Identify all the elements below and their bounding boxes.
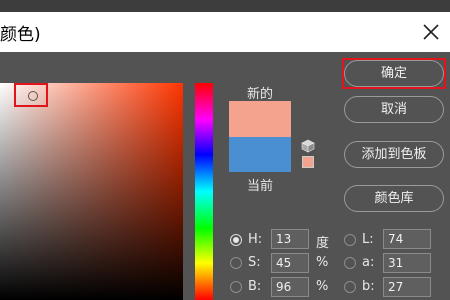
radio-l[interactable]: [344, 234, 356, 246]
radio-b[interactable]: [230, 281, 242, 293]
radio-s[interactable]: [230, 257, 242, 269]
close-icon[interactable]: [418, 19, 444, 45]
h-unit: 度: [316, 236, 330, 251]
radio-h[interactable]: [230, 234, 242, 246]
color-libraries-button[interactable]: 颜色库: [344, 185, 444, 212]
b-unit: %: [316, 279, 329, 294]
h-input[interactable]: 13: [271, 229, 309, 249]
radio-lab-b[interactable]: [344, 281, 356, 293]
a-label: a:: [362, 255, 375, 270]
title-bar: [0, 12, 450, 52]
l-label: L:: [362, 232, 374, 247]
hue-slider[interactable]: [195, 83, 213, 300]
s-input[interactable]: 45: [271, 253, 309, 273]
h-label: H:: [248, 232, 263, 247]
b-label: B:: [248, 279, 262, 294]
cancel-button[interactable]: 取消: [344, 96, 444, 123]
color-field-marker[interactable]: [28, 91, 38, 101]
ok-button-highlight: [342, 58, 446, 89]
add-to-swatches-button[interactable]: 添加到色板: [344, 141, 444, 168]
s-label: S:: [248, 255, 261, 270]
color-field[interactable]: [0, 83, 183, 300]
window-title: 颜色): [0, 25, 41, 45]
window-top-strip: [0, 0, 450, 12]
radio-a[interactable]: [344, 257, 356, 269]
s-unit: %: [316, 255, 329, 270]
current-color-swatch[interactable]: [229, 137, 291, 172]
current-color-label: 当前: [247, 179, 274, 194]
web-safe-cube-icon[interactable]: [301, 139, 315, 153]
lab-b-label: b:: [362, 279, 375, 294]
web-safe-color-swatch[interactable]: [302, 156, 314, 168]
a-input[interactable]: 31: [383, 253, 431, 273]
new-color-label: 新的: [247, 87, 274, 102]
lab-b-input[interactable]: 27: [383, 277, 431, 297]
l-input[interactable]: 74: [383, 229, 431, 249]
new-color-swatch: [229, 101, 291, 137]
b-input[interactable]: 96: [271, 277, 309, 297]
